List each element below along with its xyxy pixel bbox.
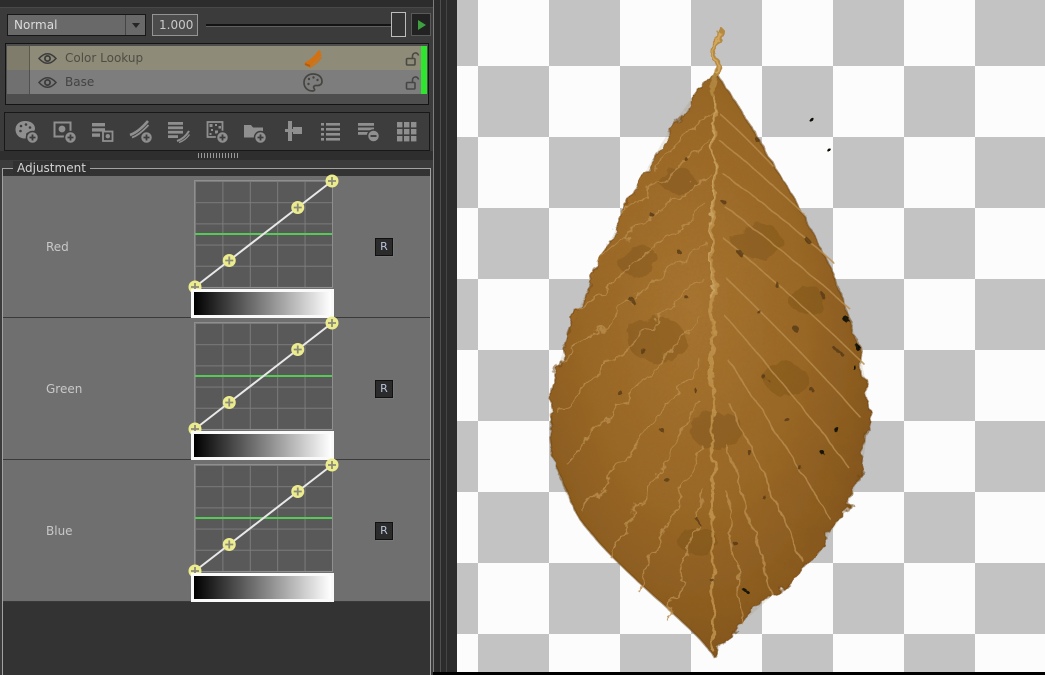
reset-button-green[interactable]: R (375, 380, 393, 398)
opacity-slider-handle[interactable] (391, 12, 406, 37)
adjustment-group-title: Adjustment (13, 161, 90, 175)
layer-toolbar (4, 112, 430, 151)
layer-row-color-lookup[interactable]: Color Lookup (7, 46, 421, 70)
visibility-eye-icon[interactable] (38, 76, 57, 89)
curve-point[interactable] (326, 459, 339, 472)
remove-layer-icon (355, 118, 382, 145)
layers-and-adjustment-panel: Normal 1.000 Color Lookup (0, 0, 433, 675)
leaf-image (457, 0, 1045, 672)
panel-canvas-divider[interactable] (433, 0, 457, 675)
viewport-canvas[interactable] (457, 0, 1045, 672)
paint-layer-icon (302, 72, 324, 92)
curve-point[interactable] (291, 343, 304, 356)
opacity-value: 1.000 (159, 18, 193, 32)
curve-point[interactable] (223, 396, 236, 409)
layer-gutter (7, 70, 30, 94)
channel-row-blue: Blue R (3, 460, 430, 602)
reset-button-blue[interactable]: R (375, 522, 393, 540)
layer-list: Color Lookup Base (5, 43, 429, 105)
layer-row-base[interactable]: Base (7, 70, 421, 94)
gradient-ramp (191, 573, 334, 602)
add-paint-layer-button[interactable] (13, 118, 40, 145)
apply-button[interactable] (411, 13, 431, 36)
add-layer-instance-button[interactable] (89, 118, 116, 145)
opacity-slider-track[interactable] (206, 24, 392, 27)
color-lookup-icon (302, 48, 324, 68)
gradient-ramp (191, 431, 334, 460)
unlock-icon[interactable] (403, 74, 420, 91)
curve-point[interactable] (223, 538, 236, 551)
link-layers-button[interactable] (279, 118, 306, 145)
blend-mode-select[interactable]: Normal (7, 14, 146, 36)
leaf-texture (547, 70, 877, 660)
add-procedural-layer-icon (203, 118, 230, 145)
add-paint-layer-icon (13, 118, 40, 145)
curve-editor-blue[interactable] (194, 464, 333, 572)
curve-editor-red[interactable] (194, 180, 333, 288)
add-image-layer-icon (51, 118, 78, 145)
opacity-input[interactable]: 1.000 (152, 14, 198, 36)
blend-mode-value: Normal (14, 18, 57, 32)
curve-point[interactable] (291, 201, 304, 214)
add-layer-instance-icon (89, 118, 116, 145)
channel-label: Green (46, 382, 82, 396)
play-icon (418, 20, 426, 30)
add-color-lookup-layer-button[interactable] (127, 118, 154, 145)
curve-editor-green[interactable] (194, 322, 333, 430)
add-adjustment-stack-button[interactable] (165, 118, 192, 145)
dropdown-arrow-icon[interactable] (125, 15, 145, 35)
reset-button-red[interactable]: R (375, 238, 393, 256)
layer-gutter (7, 46, 30, 70)
layer-name: Base (65, 75, 94, 89)
adjustment-group: Adjustment Red R Green R Blue R (2, 168, 431, 675)
channel-label: Red (46, 240, 69, 254)
grid-view-button[interactable] (393, 118, 420, 145)
remove-layer-button[interactable] (355, 118, 382, 145)
unlock-icon[interactable] (403, 50, 420, 67)
visibility-eye-icon[interactable] (38, 52, 57, 65)
channel-label: Blue (46, 524, 73, 538)
curve-point[interactable] (326, 317, 339, 330)
grid-view-icon (393, 118, 420, 145)
add-adjustment-stack-icon (165, 118, 192, 145)
link-layers-icon (279, 118, 306, 145)
panel-splitter (0, 151, 433, 160)
add-layer-group-button[interactable] (241, 118, 268, 145)
panel-top-edge (0, 0, 433, 8)
curve-point[interactable] (223, 254, 236, 267)
add-layer-group-icon (241, 118, 268, 145)
selected-indicator-bar (421, 46, 427, 94)
channel-row-red: Red R (3, 176, 430, 318)
add-image-layer-button[interactable] (51, 118, 78, 145)
layer-name: Color Lookup (65, 51, 143, 65)
splitter-drag-handle[interactable] (198, 153, 238, 158)
add-color-lookup-layer-icon (127, 118, 154, 145)
gradient-ramp (191, 289, 334, 318)
layer-list-view-button[interactable] (317, 118, 344, 145)
layer-list-view-icon (317, 118, 344, 145)
add-procedural-layer-button[interactable] (203, 118, 230, 145)
curve-point[interactable] (326, 175, 339, 188)
channel-row-green: Green R (3, 318, 430, 460)
curve-point[interactable] (291, 485, 304, 498)
